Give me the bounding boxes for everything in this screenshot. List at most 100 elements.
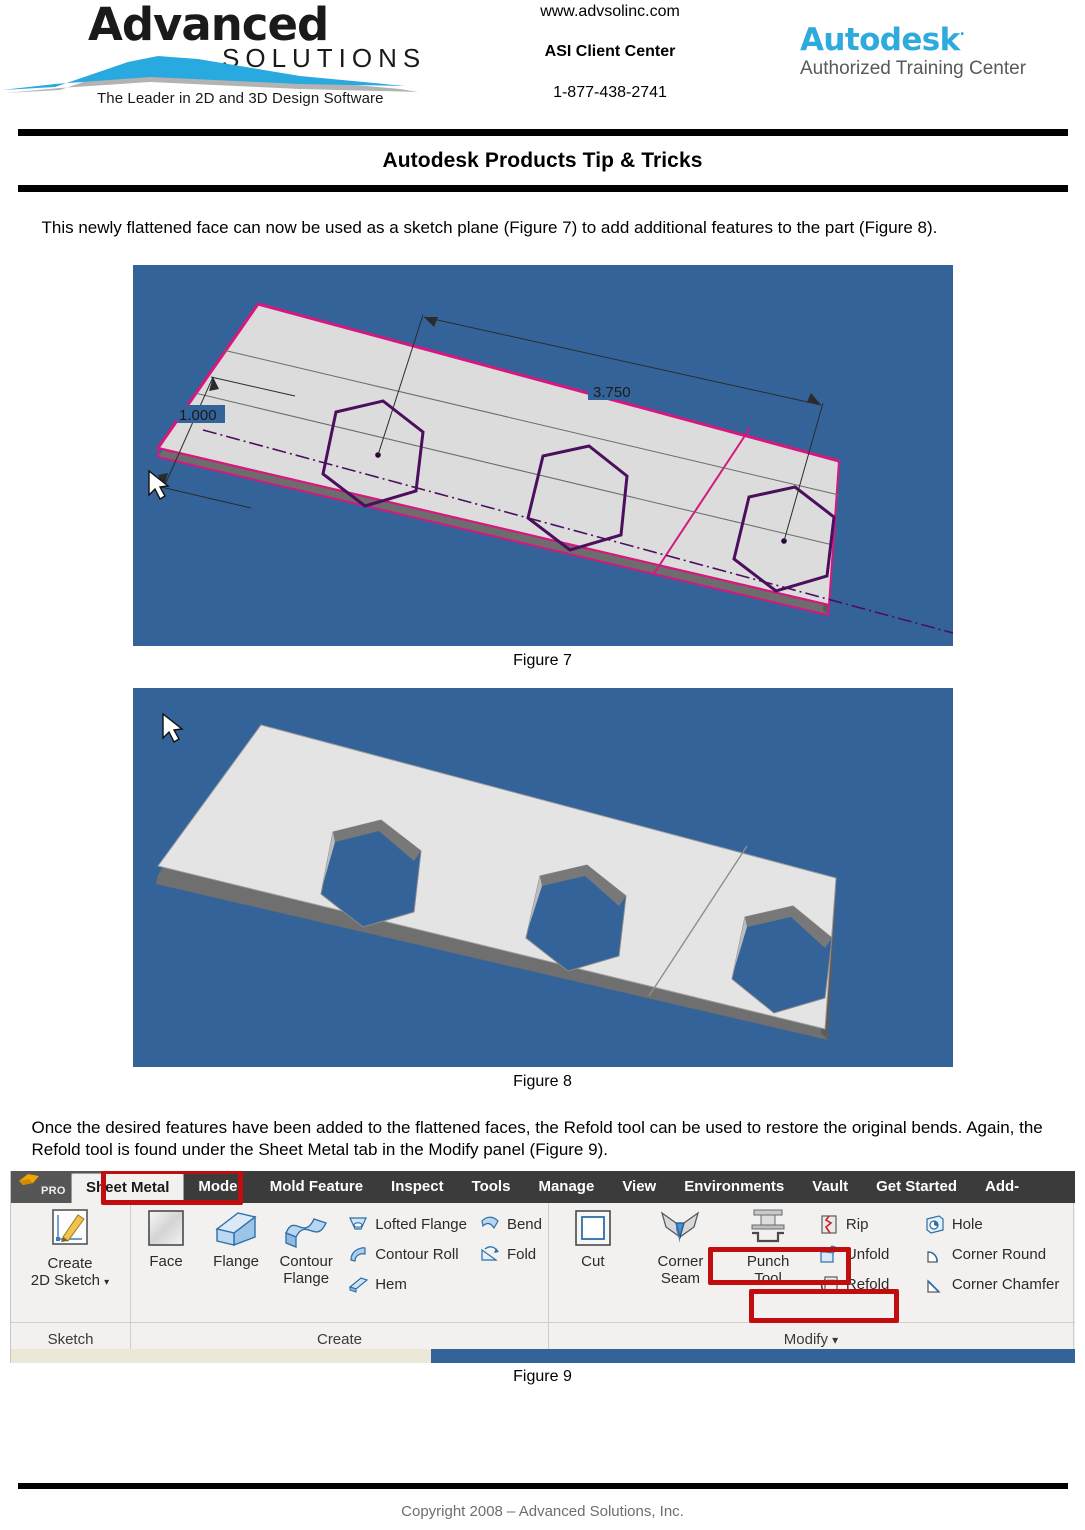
figure-7-svg: 3.750 1.000 — [132, 265, 953, 647]
button-corner-round[interactable]: Corner Round — [918, 1239, 1073, 1269]
figure-7-image: 3.750 1.000 — [132, 265, 953, 647]
ribbon-tabs: Sheet Metal Model Mold Feature Inspect T… — [71, 1171, 1033, 1204]
dim-3750-label: 3.750 — [593, 384, 631, 401]
page-footer: Copyright 2008 – Advanced Solutions, Inc… — [0, 1483, 1085, 1520]
button-lofted-flange[interactable]: Lofted Flange — [341, 1209, 473, 1239]
corner-seam-icon — [661, 1211, 700, 1244]
tab-model[interactable]: Model — [184, 1171, 255, 1203]
button-hole[interactable]: Hole — [918, 1209, 1073, 1239]
figure-8-svg — [132, 688, 953, 1068]
button-rip-label: Rip — [845, 1215, 869, 1233]
button-cut-label: Cut — [581, 1253, 605, 1271]
button-bend-label: Bend — [506, 1215, 542, 1233]
autodesk-wordmark: Autodesk· — [800, 24, 1075, 57]
advanced-solutions-logo: Advanced SOLUTIONS The Leader in 2D and … — [0, 0, 430, 120]
panel-modify: Cut Corner Seam Punch Tool Rip Unfold Re… — [549, 1203, 1074, 1324]
button-cut[interactable]: Cut — [549, 1203, 637, 1271]
button-corner-chamfer[interactable]: Corner Chamfer — [918, 1269, 1073, 1299]
autodesk-trademark: · — [959, 26, 965, 43]
figure-7-caption: Figure 7 — [513, 652, 572, 670]
tab-add-ins[interactable]: Add- — [971, 1171, 1033, 1203]
button-contour-roll[interactable]: Contour Roll — [341, 1239, 473, 1269]
logo-wordmark: Advanced — [88, 0, 329, 51]
panel-sketch: Create 2D Sketch ▾ — [11, 1203, 131, 1324]
header-divider-bottom — [17, 185, 1068, 192]
button-hem[interactable]: Hem — [341, 1269, 473, 1299]
tab-get-started[interactable]: Get Started — [862, 1171, 971, 1203]
button-fold-label: Fold — [506, 1245, 537, 1263]
button-hem-label: Hem — [375, 1275, 407, 1293]
paragraph-1: This newly flattened face can now be use… — [41, 218, 938, 237]
button-unfold[interactable]: Unfold — [812, 1239, 918, 1269]
button-punch-tool-label: Punch Tool — [746, 1253, 790, 1287]
tab-inspect[interactable]: Inspect — [377, 1171, 458, 1203]
button-corner-seam-label: Corner Seam — [657, 1253, 704, 1287]
button-contour-flange-label: Contour Flange — [279, 1253, 333, 1287]
tab-manage[interactable]: Manage — [524, 1171, 608, 1203]
contour-roll-icon — [350, 1247, 366, 1263]
page-title: Autodesk Products Tip & Tricks — [382, 149, 703, 172]
rip-icon — [821, 1215, 837, 1234]
refold-icon — [820, 1276, 838, 1292]
button-lofted-flange-label: Lofted Flange — [375, 1215, 467, 1233]
autodesk-atc-logo: Autodesk· Authorized Training Center — [800, 24, 1075, 79]
button-rip[interactable]: Rip — [812, 1209, 918, 1239]
lofted-flange-icon — [349, 1217, 368, 1230]
fold-icon — [481, 1246, 499, 1261]
corner-round-icon — [927, 1251, 938, 1263]
tab-sheet-metal[interactable]: Sheet Metal — [71, 1173, 185, 1204]
button-punch-tool[interactable]: Punch Tool — [724, 1203, 812, 1287]
ribbon-panel-row: Create 2D Sketch ▾ Face Flange Contour F… — [11, 1203, 1074, 1324]
contour-flange-icon — [285, 1218, 328, 1249]
figure-8-image — [132, 688, 953, 1068]
button-contour-flange[interactable]: Contour Flange — [271, 1203, 341, 1287]
button-corner-seam[interactable]: Corner Seam — [637, 1203, 725, 1287]
unfold-icon — [820, 1245, 839, 1263]
tab-environments[interactable]: Environments — [670, 1171, 798, 1203]
button-corner-chamfer-label: Corner Chamfer — [951, 1275, 1060, 1293]
cut-icon — [575, 1210, 611, 1247]
button-create-2d-sketch[interactable]: Create 2D Sketch ▾ — [11, 1203, 129, 1289]
panel-create: Face Flange Contour Flange Lofted Flange… — [131, 1203, 549, 1324]
contact-block: www.advsolinc.com ASI Client Center 1-87… — [430, 0, 790, 102]
button-refold[interactable]: Refold — [812, 1269, 918, 1299]
tab-tools[interactable]: Tools — [458, 1171, 525, 1203]
punch-tool-icon — [751, 1209, 785, 1243]
button-bend[interactable]: Bend — [473, 1209, 548, 1239]
button-hole-label: Hole — [951, 1215, 983, 1233]
ribbon-tab-bar: PRO Sheet Metal Model Mold Feature Inspe… — [11, 1171, 1075, 1204]
copyright-text: Copyright 2008 – Advanced Solutions, Inc… — [401, 1503, 684, 1520]
tab-mold-feature[interactable]: Mold Feature — [256, 1171, 377, 1203]
figure-9-ribbon-screenshot: PRO Sheet Metal Model Mold Feature Inspe… — [10, 1171, 1075, 1364]
ribbon-body: Create 2D Sketch ▾ Face Flange Contour F… — [11, 1203, 1075, 1324]
create-small-group-1: Lofted Flange Contour Roll Hem — [341, 1203, 473, 1299]
flange-icon — [215, 1212, 257, 1247]
client-center-name: ASI Client Center — [544, 43, 676, 60]
dim-1000-label: 1.000 — [179, 407, 217, 424]
tab-view[interactable]: View — [608, 1171, 670, 1203]
page-header: Advanced SOLUTIONS The Leader in 2D and … — [0, 0, 1085, 120]
button-create-2d-sketch-label: Create 2D Sketch ▾ — [30, 1255, 110, 1289]
button-flange[interactable]: Flange — [201, 1203, 271, 1271]
website-url: www.advsolinc.com — [540, 3, 680, 20]
corner-chamfer-icon — [927, 1279, 941, 1293]
tab-vault[interactable]: Vault — [798, 1171, 862, 1203]
button-contour-roll-label: Contour Roll — [375, 1245, 459, 1263]
autodesk-word-text: Autodesk — [800, 22, 960, 58]
button-flange-label: Flange — [213, 1253, 260, 1271]
bend-icon — [481, 1216, 499, 1230]
button-fold[interactable]: Fold — [473, 1239, 548, 1269]
logo-tagline: The Leader in 2D and 3D Design Software — [97, 90, 384, 107]
inventor-app-icon[interactable] — [17, 1172, 43, 1188]
paragraph-2: Once the desired features have been adde… — [31, 1118, 1043, 1160]
button-face-label: Face — [149, 1253, 183, 1271]
create-2d-sketch-icon — [52, 1209, 88, 1246]
hem-icon — [348, 1277, 369, 1294]
create-small-group-2: Bend Fold — [473, 1203, 548, 1269]
button-face[interactable]: Face — [131, 1203, 201, 1271]
panel-label-modify-text: Modify — [783, 1331, 828, 1349]
autodesk-subtitle: Authorized Training Center — [800, 57, 1027, 79]
ribbon-status-strip — [11, 1349, 1075, 1364]
button-unfold-label: Unfold — [845, 1245, 890, 1263]
modify-small-group-1: Rip Unfold Refold — [812, 1203, 918, 1299]
